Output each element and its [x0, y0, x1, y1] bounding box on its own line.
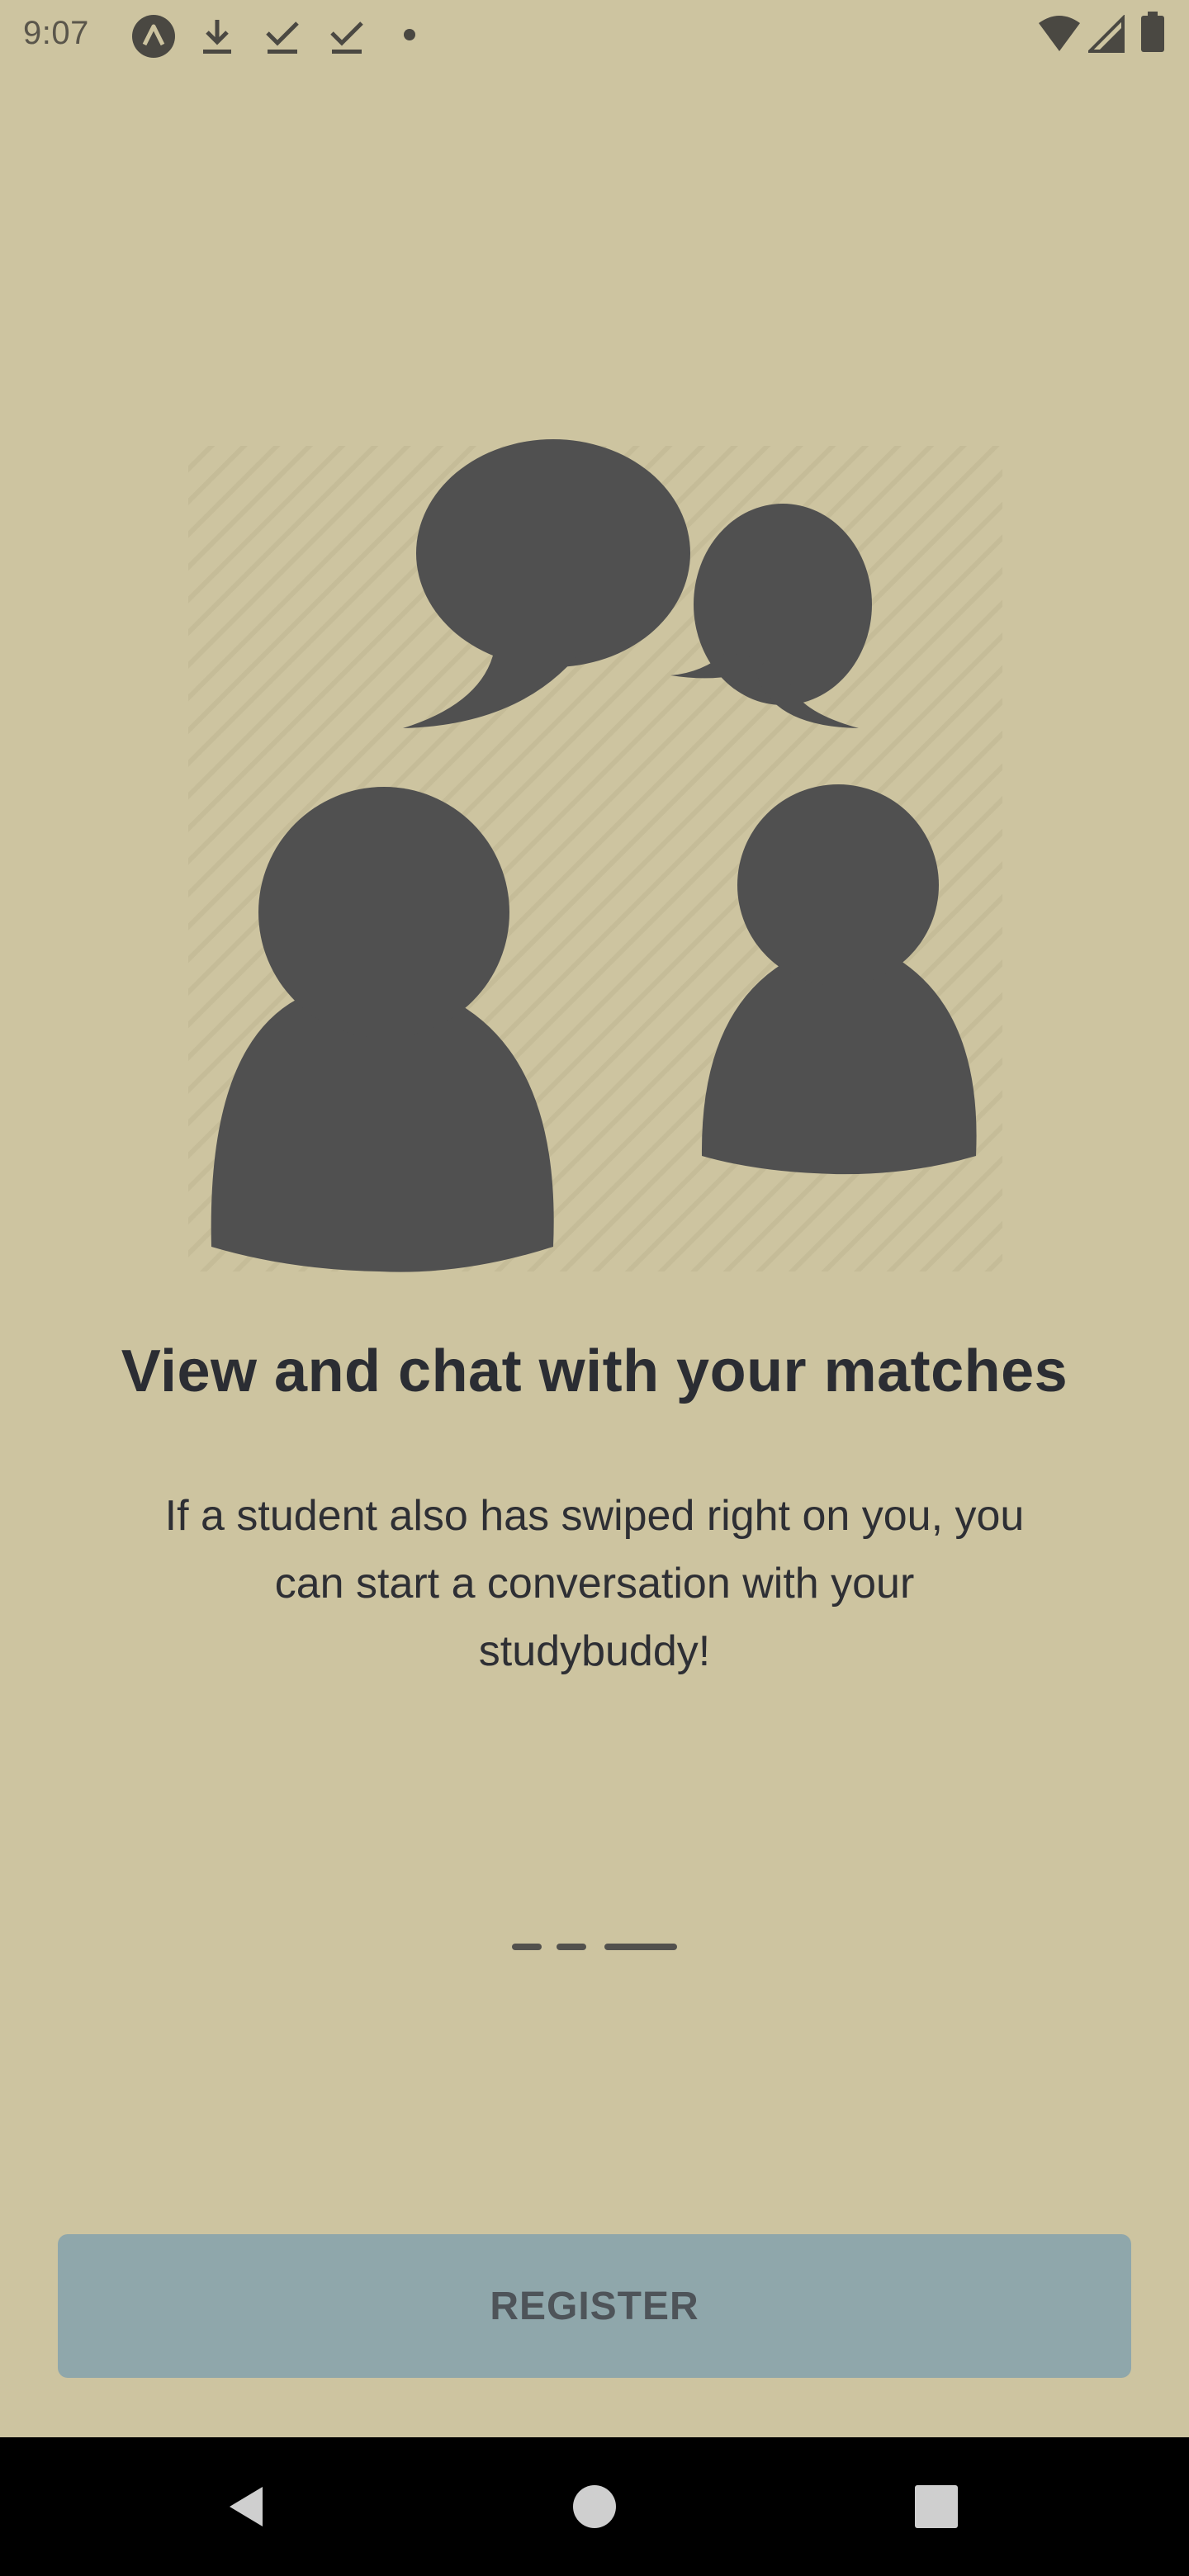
- page-indicator-dot[interactable]: [512, 1944, 542, 1950]
- home-button[interactable]: [512, 2437, 677, 2576]
- page-title: View and chat with your matches: [121, 1338, 1068, 1404]
- navigation-bar: [0, 2437, 1189, 2576]
- chat-people-illustration: [188, 439, 1002, 1272]
- recents-button[interactable]: [854, 2437, 1019, 2576]
- back-button[interactable]: [165, 2437, 330, 2576]
- back-icon: [230, 2487, 263, 2526]
- register-button[interactable]: REGISTER: [58, 2234, 1131, 2378]
- home-icon: [573, 2485, 616, 2528]
- page-indicator-dot[interactable]: [557, 1944, 586, 1950]
- recents-icon: [915, 2485, 958, 2528]
- page-description: If a student also has swiped right on yo…: [164, 1492, 1025, 1675]
- page-indicator-dot-active[interactable]: [604, 1944, 677, 1950]
